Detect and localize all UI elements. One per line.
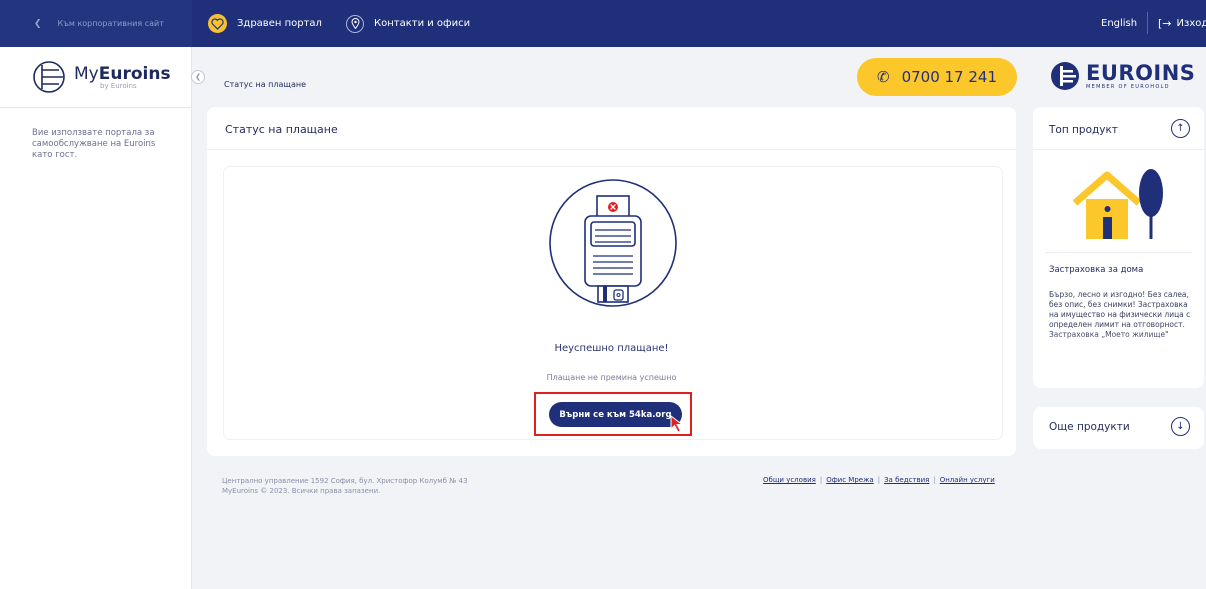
phone-number: 0700 17 241 (901, 68, 997, 86)
brand-name: Euroins (98, 64, 171, 84)
scroll-down-button[interactable]: ↓ (1171, 417, 1190, 436)
description-fade (1033, 332, 1204, 367)
top-product-title: Топ продукт (1049, 124, 1118, 136)
logout-icon: [→ (1158, 17, 1172, 30)
arrow-down-icon: ↓ (1176, 421, 1185, 432)
footer-address-line: Централно управление 1592 София, бул. Хр… (222, 477, 468, 485)
more-products-title: Още продукти (1049, 421, 1130, 433)
scroll-up-button[interactable]: ↑ (1171, 119, 1190, 138)
divider (1045, 252, 1192, 253)
product-name[interactable]: Застраховка за дома (1049, 265, 1143, 275)
arrow-up-icon: ↑ (1176, 123, 1185, 134)
top-product-card: Топ продукт ↑ Застраховка за дома Бързо,… (1033, 107, 1204, 388)
myeuroins-logo[interactable]: MyEuroins by Euroins (0, 47, 191, 108)
footer-link-terms[interactable]: Общи условия (763, 476, 816, 484)
exit-button[interactable]: [→ Изход (1158, 0, 1206, 47)
top-bar: ❮ Към корпоративния сайт Здравен портал … (0, 0, 1206, 47)
payment-failed-message: Плащане не премина успешно (546, 373, 677, 382)
failed-payment-illustration-icon (549, 179, 677, 307)
health-portal-label: Здравен портал (237, 18, 322, 29)
chevron-left-icon: ❮ (195, 73, 201, 81)
mouse-cursor-icon (670, 415, 684, 433)
euroins-logo[interactable]: EUROINS MEMBER OF EUROHOLD (1050, 61, 1195, 91)
divider (1033, 149, 1204, 150)
heart-icon (208, 14, 227, 33)
health-portal-link[interactable]: Здравен портал (208, 0, 322, 47)
language-switch[interactable]: English (1101, 0, 1137, 47)
brand-prefix: My (74, 64, 99, 84)
corporate-site-label: Към корпоративния сайт (57, 19, 164, 28)
euroins-wordmark: EUROINS (1086, 61, 1196, 85)
separator: | (933, 476, 936, 484)
phone-button[interactable]: ✆ 0700 17 241 (857, 58, 1017, 96)
separator: | (819, 476, 823, 484)
footer-link-disasters[interactable]: За бедствия (884, 476, 929, 484)
exit-label: Изход (1176, 18, 1206, 29)
divider (1147, 12, 1148, 34)
euroins-logo-icon (1051, 62, 1079, 90)
phone-icon: ✆ (876, 68, 890, 86)
card-title: Статус на плащане (225, 123, 338, 136)
more-products-card[interactable]: Още продукти ↓ (1033, 407, 1204, 449)
footer-links: Общи условия | Офис Мрежа | За бедствия | Онла… (763, 476, 995, 484)
myeuroins-logo-icon (33, 61, 65, 93)
separator: | (877, 476, 881, 484)
footer-link-online-services[interactable]: Онлайн услуги (940, 476, 995, 484)
house-icon[interactable] (1073, 165, 1165, 243)
footer-copyright: MyEuroins © 2023. Всички права запазени. (222, 487, 381, 495)
location-pin-icon (346, 14, 364, 33)
footer-link-offices[interactable]: Офис Мрежа (826, 476, 874, 484)
collapse-sidebar-button[interactable]: ❮ (191, 70, 205, 84)
payment-failed-title: Неуспешно плащане! (554, 343, 669, 354)
guest-info-text: Вие използвате портала за самообслужване… (32, 128, 156, 160)
breadcrumb: Статус на плащане (224, 80, 306, 89)
contacts-link[interactable]: Контакти и офиси (346, 0, 470, 47)
sidebar: MyEuroins by Euroins Вие използвате порт… (0, 47, 192, 589)
highlight-box (534, 392, 692, 436)
chevron-left-icon: ❮ (34, 18, 42, 29)
contacts-label: Контакти и офиси (374, 18, 471, 29)
divider (207, 149, 1016, 150)
footer-address: Централно управление 1592 София, бул. Хр… (222, 476, 468, 496)
corporate-site-link[interactable]: ❮ Към корпоративния сайт (0, 0, 192, 47)
